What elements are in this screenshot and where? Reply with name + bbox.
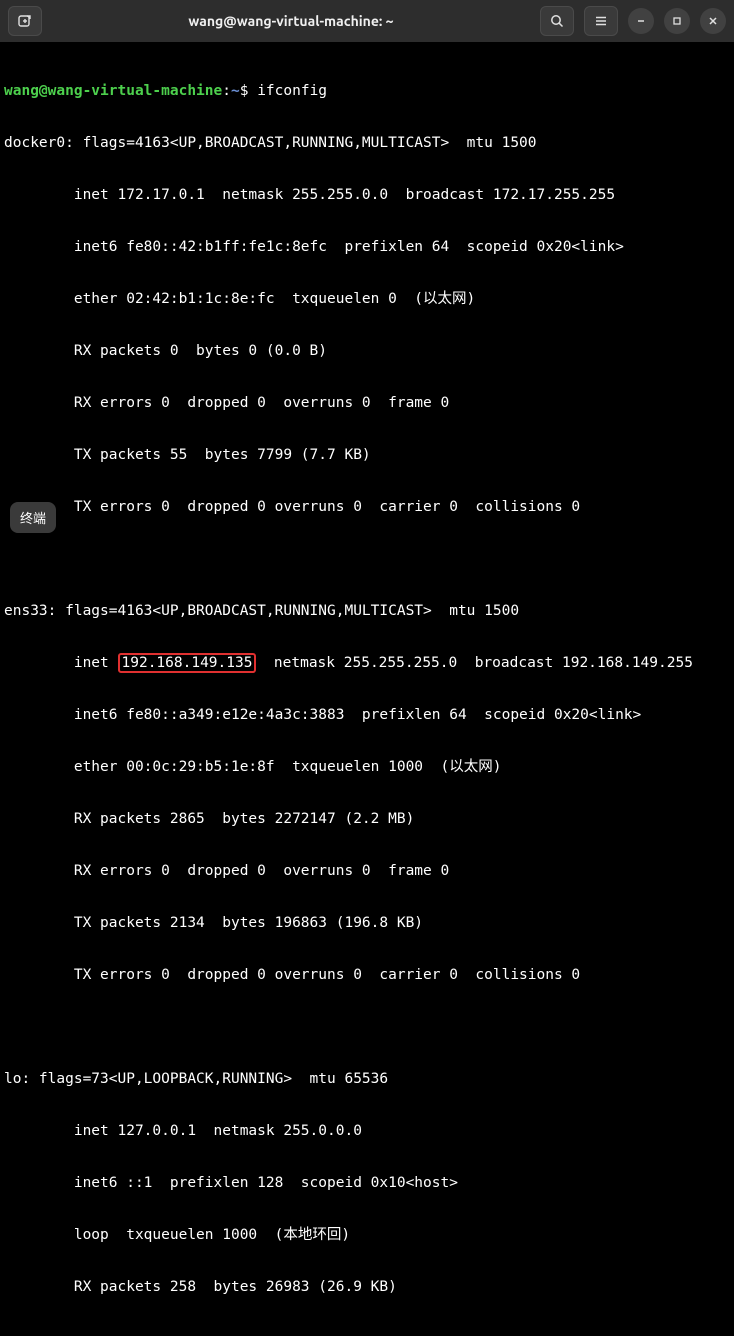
output-line: inet6 fe80::a349:e12e:4a3c:3883 prefixle…: [4, 702, 730, 728]
output-line: TX errors 0 dropped 0 overruns 0 carrier…: [4, 962, 730, 988]
terminal-output[interactable]: wang@wang-virtual-machine:~$ ifconfig do…: [0, 42, 734, 1336]
highlighted-ip: 192.168.149.135: [118, 653, 257, 673]
output-line: TX packets 55 bytes 7799 (7.7 KB): [4, 442, 730, 468]
new-tab-icon: [17, 13, 33, 29]
output-line: RX errors 0 dropped 0 overruns 0 frame 0: [4, 858, 730, 884]
search-icon: [550, 14, 564, 28]
output-line: RX errors 0 dropped 0 overruns 0 frame 0: [4, 390, 730, 416]
titlebar-right: [540, 6, 726, 36]
hamburger-icon: [594, 14, 608, 28]
search-button[interactable]: [540, 6, 574, 36]
window-title: wang@wang-virtual-machine: ~: [48, 13, 534, 29]
output-line: ens33: flags=4163<UP,BROADCAST,RUNNING,M…: [4, 598, 730, 624]
output-line: docker0: flags=4163<UP,BROADCAST,RUNNING…: [4, 130, 730, 156]
output-line: RX packets 258 bytes 26983 (26.9 KB): [4, 1274, 730, 1300]
inet-prefix: inet: [4, 655, 118, 671]
maximize-icon: [672, 16, 682, 26]
output-line: inet6 fe80::42:b1ff:fe1c:8efc prefixlen …: [4, 234, 730, 260]
output-line: TX errors 0 dropped 0 overruns 0 carrier…: [4, 494, 730, 520]
new-tab-button[interactable]: [8, 6, 42, 36]
titlebar-left: [8, 6, 42, 36]
titlebar: wang@wang-virtual-machine: ~: [0, 0, 734, 42]
prompt-colon: :: [222, 83, 231, 99]
output-line: inet 127.0.0.1 netmask 255.0.0.0: [4, 1118, 730, 1144]
command-text: ifconfig: [257, 83, 327, 99]
output-line: ether 02:42:b1:1c:8e:fc txqueuelen 0 (以太…: [4, 286, 730, 312]
minimize-button[interactable]: [628, 8, 654, 34]
prompt-path: ~: [231, 83, 240, 99]
inet-suffix: netmask 255.255.255.0 broadcast 192.168.…: [256, 655, 693, 671]
output-line: inet 172.17.0.1 netmask 255.255.0.0 broa…: [4, 182, 730, 208]
prompt-dollar: $: [240, 83, 257, 99]
blank-line: [4, 546, 730, 572]
output-line: inet 192.168.149.135 netmask 255.255.255…: [4, 650, 730, 676]
close-button[interactable]: [700, 8, 726, 34]
close-icon: [708, 16, 718, 26]
terminal-badge[interactable]: 终端: [10, 502, 56, 533]
prompt-user-host: wang@wang-virtual-machine: [4, 83, 222, 99]
output-line: RX packets 0 bytes 0 (0.0 B): [4, 338, 730, 364]
output-line: loop txqueuelen 1000 (本地环回): [4, 1222, 730, 1248]
output-line: ether 00:0c:29:b5:1e:8f txqueuelen 1000 …: [4, 754, 730, 780]
output-line: lo: flags=73<UP,LOOPBACK,RUNNING> mtu 65…: [4, 1066, 730, 1092]
menu-button[interactable]: [584, 6, 618, 36]
output-line: RX packets 2865 bytes 2272147 (2.2 MB): [4, 806, 730, 832]
maximize-button[interactable]: [664, 8, 690, 34]
output-line: TX packets 2134 bytes 196863 (196.8 KB): [4, 910, 730, 936]
minimize-icon: [636, 16, 646, 26]
prompt-line: wang@wang-virtual-machine:~$ ifconfig: [4, 78, 730, 104]
blank-line: [4, 1014, 730, 1040]
output-line: inet6 ::1 prefixlen 128 scopeid 0x10<hos…: [4, 1170, 730, 1196]
